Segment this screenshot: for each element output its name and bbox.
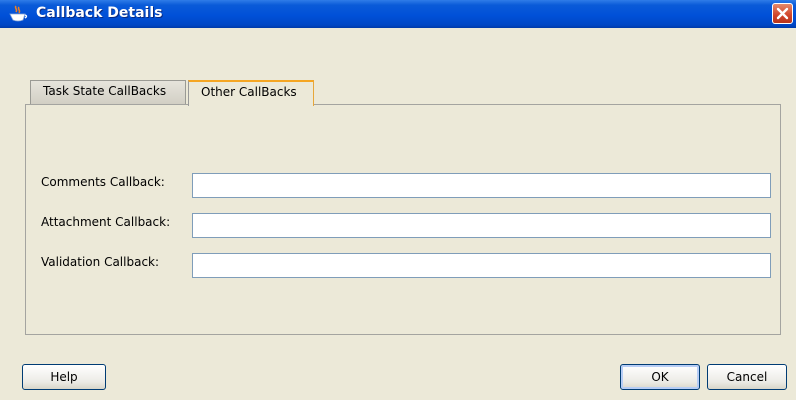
attachment-callback-label: Attachment Callback: xyxy=(41,215,171,229)
validation-callback-input[interactable] xyxy=(192,253,771,278)
tab-task-state-callbacks[interactable]: Task State CallBacks xyxy=(30,80,186,104)
close-button[interactable] xyxy=(772,3,793,24)
cancel-button[interactable]: Cancel xyxy=(707,364,787,390)
comments-callback-label: Comments Callback: xyxy=(41,175,165,189)
title-bar[interactable]: Callback Details xyxy=(0,0,796,28)
tab-other-callbacks[interactable]: Other CallBacks xyxy=(188,80,314,106)
callback-details-dialog: Callback Details Task State CallBacks Ot… xyxy=(0,0,796,400)
close-icon xyxy=(776,7,789,20)
comments-callback-input[interactable] xyxy=(192,173,771,198)
attachment-callback-input[interactable] xyxy=(192,213,771,238)
help-button[interactable]: Help xyxy=(22,364,106,390)
ok-button[interactable]: OK xyxy=(620,364,700,390)
validation-callback-label: Validation Callback: xyxy=(41,255,160,269)
dialog-title: Callback Details xyxy=(36,5,163,21)
java-cup-icon xyxy=(7,5,29,23)
